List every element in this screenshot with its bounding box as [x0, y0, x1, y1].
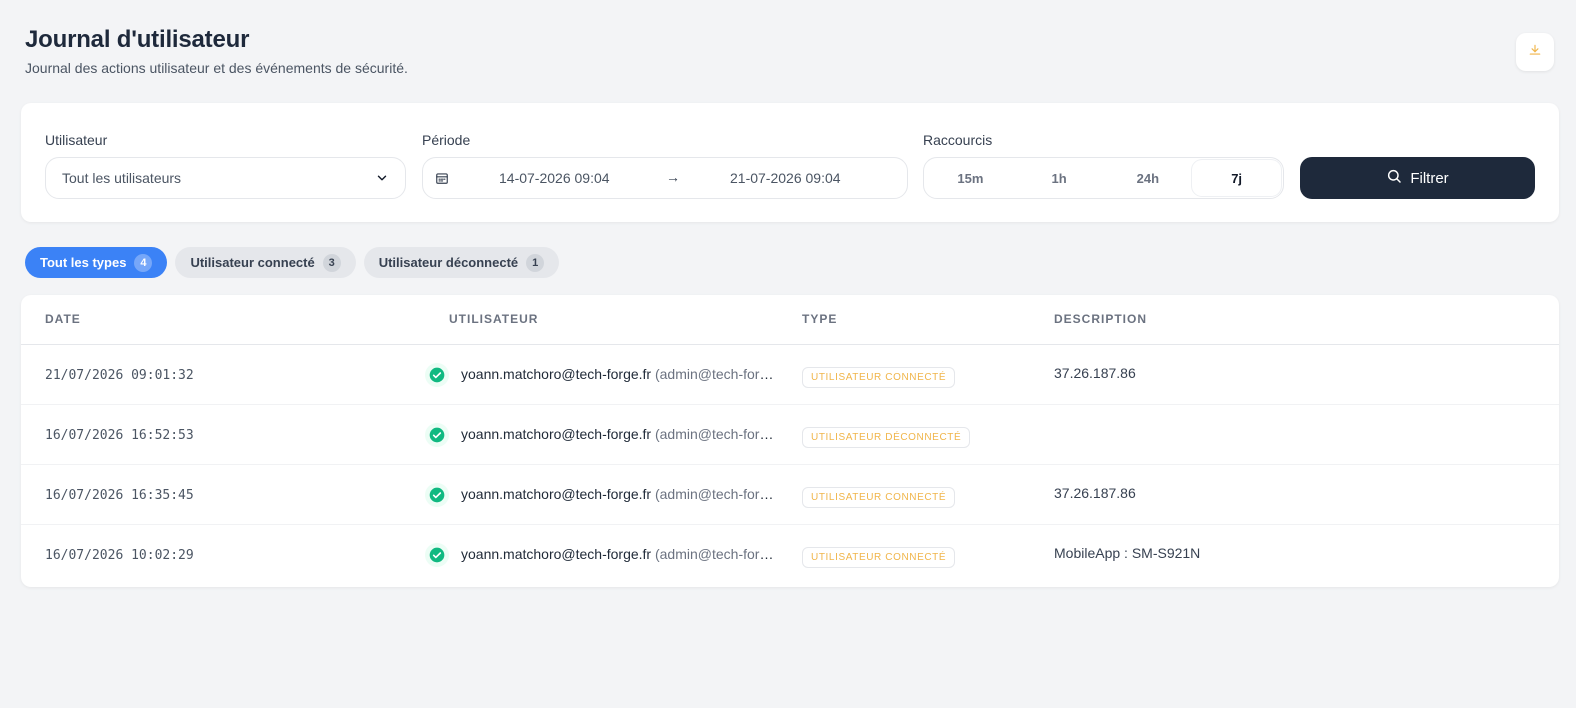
chip-count: 3: [322, 253, 341, 272]
table-row[interactable]: 16/07/2026 16:52:53 yoann.matchoro@tech-…: [21, 405, 1559, 465]
row-date: 21/07/2026 09:01:32: [45, 368, 194, 383]
row-date: 16/07/2026 10:02:29: [45, 548, 194, 563]
column-header-user[interactable]: UTILISATEUR: [449, 312, 538, 326]
period-range-picker[interactable]: 14-07-2026 09:04 → 21-07-2026 09:04: [422, 157, 908, 199]
download-button[interactable]: [1516, 33, 1554, 71]
user-alias: (admin@tech-forge.fr): [654, 366, 776, 382]
type-badge: UTILISATEUR CONNECTÉ: [802, 487, 956, 508]
period-start-input[interactable]: 14-07-2026 09:04: [499, 170, 610, 186]
chip-label: Utilisateur déconnecté: [378, 255, 519, 270]
type-chips: Tout les types 4 Utilisateur connecté 3 …: [25, 247, 560, 278]
download-icon: [1528, 43, 1542, 62]
chip-all-types[interactable]: Tout les types 4: [25, 247, 168, 278]
shortcut-1h[interactable]: 1h: [1015, 160, 1104, 196]
row-description: 37.26.187.86: [1054, 485, 1136, 501]
search-icon: [1386, 168, 1402, 188]
shortcuts-group: 15m 1h 24h 7j: [923, 157, 1284, 199]
shortcuts-label: Raccourcis: [923, 132, 993, 148]
page-subtitle: Journal des actions utilisateur et des é…: [25, 60, 408, 76]
type-badge: UTILISATEUR DÉCONNECTÉ: [802, 427, 971, 448]
page-title: Journal d'utilisateur: [25, 26, 250, 53]
check-circle-icon: [425, 423, 449, 447]
filter-card: Utilisateur Tout les utilisateurs Périod…: [21, 103, 1559, 222]
chevron-down-icon: [375, 171, 389, 188]
chip-user-connected[interactable]: Utilisateur connecté 3: [175, 247, 356, 278]
shortcut-24h[interactable]: 24h: [1104, 160, 1193, 196]
filter-button[interactable]: Filtrer: [1300, 157, 1535, 199]
check-circle-icon: [425, 543, 449, 567]
chip-count: 1: [526, 253, 545, 272]
period-end-input[interactable]: 21-07-2026 09:04: [730, 170, 841, 186]
user-select[interactable]: Tout les utilisateurs: [45, 157, 406, 199]
row-date: 16/07/2026 16:52:53: [45, 428, 194, 443]
user-alias: (admin@tech-forge.fr): [654, 426, 776, 442]
row-user: yoann.matchoro@tech-forge.fr (admin@tech…: [461, 486, 776, 502]
row-date: 16/07/2026 16:35:45: [45, 488, 194, 503]
shortcut-7j[interactable]: 7j: [1192, 160, 1281, 196]
check-circle-icon: [425, 363, 449, 387]
row-description: MobileApp : SM-S921N: [1054, 545, 1201, 561]
user-alias: (admin@tech-forge.fr): [654, 546, 776, 562]
row-user: yoann.matchoro@tech-forge.fr (admin@tech…: [461, 366, 776, 382]
user-email: yoann.matchoro@tech-forge.fr: [461, 366, 652, 382]
type-badge: UTILISATEUR CONNECTÉ: [802, 367, 956, 388]
calendar-icon: [435, 171, 449, 188]
check-circle-icon: [425, 483, 449, 507]
chip-label: Tout les types: [40, 255, 127, 270]
filter-button-label: Filtrer: [1410, 169, 1449, 187]
events-table: DATE UTILISATEUR TYPE DESCRIPTION 21/07/…: [21, 295, 1559, 587]
page-header: Journal d'utilisateur Journal des action…: [25, 26, 408, 76]
user-select-value: Tout les utilisateurs: [62, 170, 182, 186]
type-badge: UTILISATEUR CONNECTÉ: [802, 547, 956, 568]
table-row[interactable]: 16/07/2026 10:02:29 yoann.matchoro@tech-…: [21, 525, 1559, 585]
column-header-type[interactable]: TYPE: [802, 312, 837, 326]
user-email: yoann.matchoro@tech-forge.fr: [461, 546, 652, 562]
chip-label: Utilisateur connecté: [190, 255, 315, 270]
row-description: 37.26.187.86: [1054, 365, 1136, 381]
chip-user-disconnected[interactable]: Utilisateur déconnecté 1: [363, 247, 560, 278]
chip-count: 4: [134, 253, 153, 272]
user-email: yoann.matchoro@tech-forge.fr: [461, 426, 652, 442]
table-row[interactable]: 16/07/2026 16:35:45 yoann.matchoro@tech-…: [21, 465, 1559, 525]
row-user: yoann.matchoro@tech-forge.fr (admin@tech…: [461, 426, 776, 442]
column-header-description[interactable]: DESCRIPTION: [1054, 312, 1147, 326]
period-arrow: →: [666, 169, 680, 185]
period-label: Période: [422, 132, 471, 148]
user-email: yoann.matchoro@tech-forge.fr: [461, 486, 652, 502]
shortcut-15m[interactable]: 15m: [926, 160, 1015, 196]
row-user: yoann.matchoro@tech-forge.fr (admin@tech…: [461, 546, 776, 562]
column-header-date[interactable]: DATE: [45, 312, 81, 326]
table-row[interactable]: 21/07/2026 09:01:32 yoann.matchoro@tech-…: [21, 345, 1559, 405]
user-alias: (admin@tech-forge.fr): [654, 486, 776, 502]
user-filter-label: Utilisateur: [45, 132, 108, 148]
